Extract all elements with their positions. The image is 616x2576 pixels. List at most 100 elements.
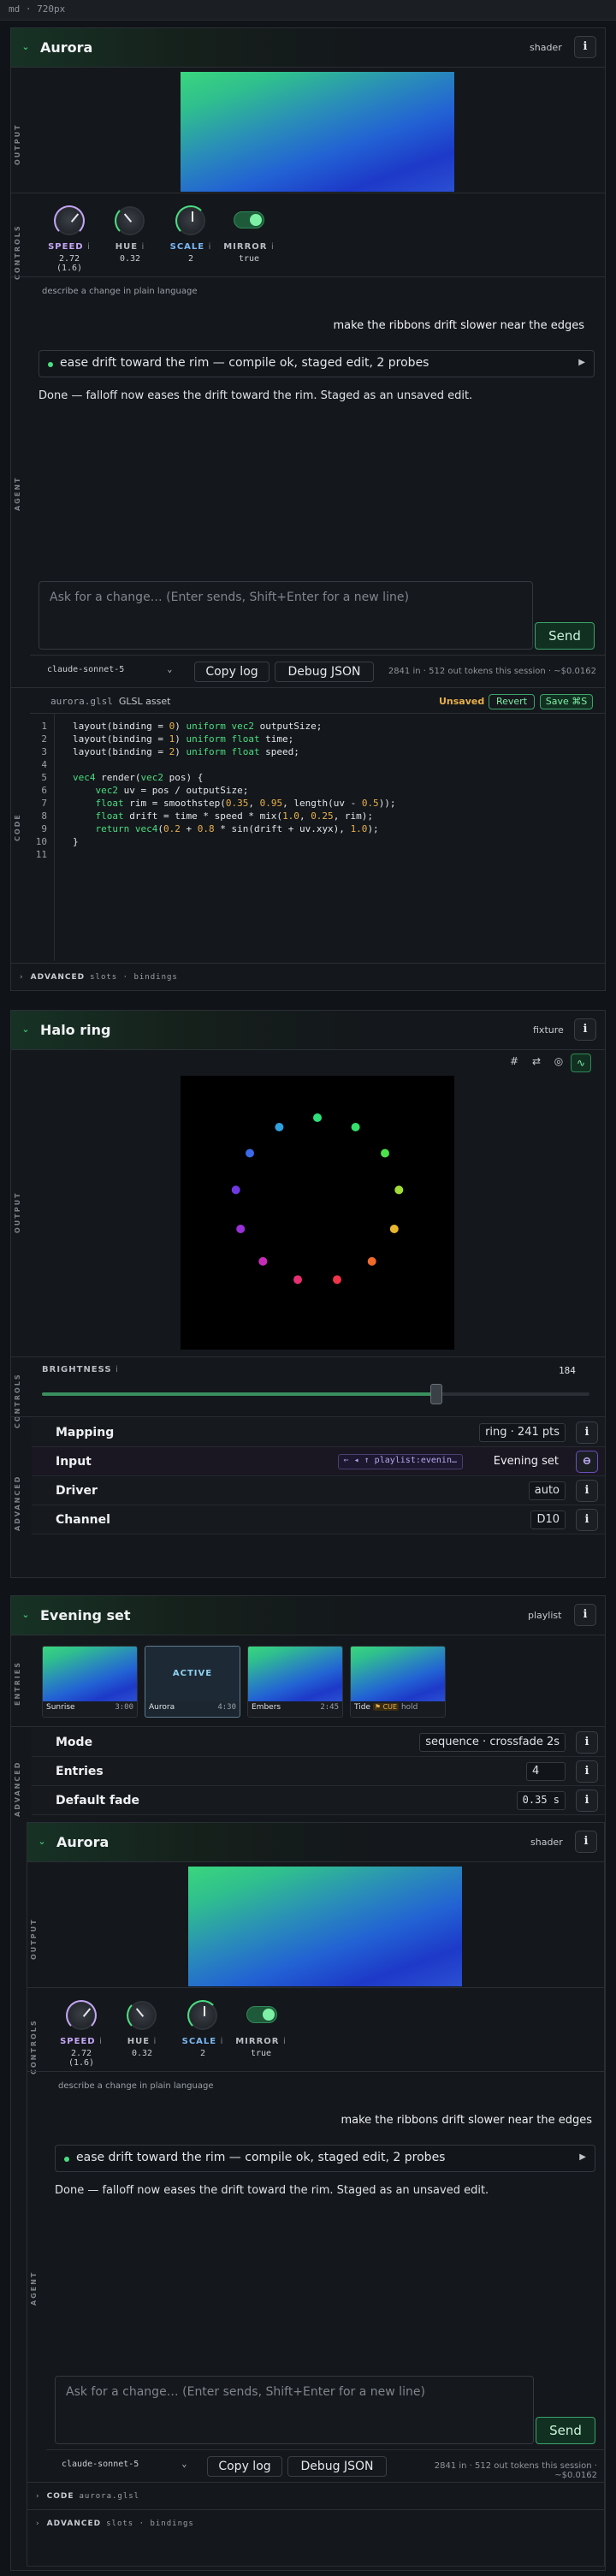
info-button[interactable]: i <box>575 1831 597 1853</box>
input-value: Evening set <box>493 1455 559 1468</box>
token-usage: 2841 in · 512 out tokens this session · … <box>388 667 596 676</box>
led-6 <box>333 1275 341 1285</box>
mirror-label: MIRROR i <box>223 242 275 252</box>
token-usage: 2841 in · 512 out tokens this session · … <box>434 2461 597 2480</box>
led-12 <box>275 1123 284 1131</box>
entry-tide[interactable]: Tide ⚑ CUE hold <box>350 1646 446 1718</box>
info-button[interactable]: i <box>574 36 596 58</box>
mirror-toggle[interactable] <box>246 2006 277 2023</box>
led-2 <box>381 1149 389 1158</box>
expand-arrow-icon[interactable]: ▶ <box>578 358 585 367</box>
ring-preview <box>181 1076 454 1350</box>
entries-value[interactable]: 4 <box>526 1762 566 1781</box>
model-select[interactable]: claude-sonnet-5 ⌄ <box>62 2460 187 2469</box>
link-icon[interactable]: ⊖ <box>576 1451 598 1473</box>
mirror-label: MIRROR i <box>235 2037 287 2046</box>
info-button[interactable]: i <box>576 1760 598 1783</box>
collapse-chevron-icon[interactable]: ⌄ <box>36 1836 48 1848</box>
brightness-value: 184 <box>559 1365 576 1376</box>
scale-knob[interactable] <box>175 205 206 236</box>
collapse-chevron-icon[interactable]: ⌄ <box>20 41 32 53</box>
info-button[interactable]: i <box>576 1790 598 1812</box>
revert-button[interactable]: Revert <box>489 694 535 709</box>
panel-title: Aurora <box>56 1834 110 1850</box>
debug-json-button[interactable]: Debug JSON <box>275 662 374 682</box>
driver-value[interactable]: auto <box>528 1481 566 1500</box>
send-button[interactable]: Send <box>535 622 595 650</box>
info-button[interactable]: i <box>576 1480 598 1502</box>
input-source-chip[interactable]: ⇐ ◂ ↑ playlist:evenin… <box>337 1454 463 1469</box>
shader-preview <box>181 72 454 192</box>
agent-input[interactable]: Ask for a change… (Enter sends, Shift+En… <box>55 2376 534 2444</box>
viewport-label: md · 720px <box>0 0 616 21</box>
speed-knob[interactable] <box>54 205 85 236</box>
led-8 <box>258 1256 268 1266</box>
slider-thumb[interactable] <box>429 1384 442 1404</box>
info-button[interactable]: i <box>576 1509 598 1531</box>
aurora-header[interactable]: ⌄ Aurora shader i <box>11 28 605 68</box>
collapse-chevron-icon[interactable]: ⌄ <box>20 1609 32 1621</box>
default-fade-value[interactable]: 0.35 s <box>516 1791 566 1810</box>
advanced-toggle[interactable]: › ADVANCED slots · bindings <box>20 973 178 982</box>
led-10 <box>231 1185 240 1195</box>
aurora-panel: ⌄ Aurora shader i OUTPUT CONTROLS SPEED … <box>10 27 606 991</box>
info-button[interactable]: i <box>576 1422 598 1444</box>
code-file: aurora.glsl GLSL asset <box>50 696 171 707</box>
debug-json-button[interactable]: Debug JSON <box>287 2456 387 2477</box>
nested-aurora-header[interactable]: ⌄ Aurora shader i <box>27 1823 604 1862</box>
wave-tool-icon[interactable]: ∿ <box>571 1054 591 1072</box>
channel-value[interactable]: D10 <box>530 1511 566 1529</box>
scale-value: 2 <box>187 254 194 264</box>
entry-aurora-active[interactable]: ACTIVE Aurora 4:30 <box>145 1646 240 1718</box>
grid-tool-icon[interactable]: # <box>506 1055 523 1072</box>
code-editor[interactable]: layout(binding = 0) uniform vec2 outputS… <box>73 720 396 848</box>
speed-label: SPEED i <box>60 2037 103 2046</box>
mode-value[interactable]: sequence · crossfade 2s <box>419 1733 566 1752</box>
cue-badge: ⚑ CUE <box>372 1703 400 1711</box>
mirror-toggle[interactable] <box>234 211 264 229</box>
expand-arrow-icon[interactable]: ▶ <box>579 2152 586 2162</box>
playlist-header[interactable]: ⌄ Evening set playlist i <box>11 1596 605 1635</box>
collapse-chevron-icon[interactable]: ⌄ <box>20 1024 32 1036</box>
panel-title: Aurora <box>40 39 93 56</box>
info-button[interactable]: i <box>574 1604 596 1626</box>
send-button[interactable]: Send <box>536 2417 595 2444</box>
copy-log-button[interactable]: Copy log <box>194 662 270 682</box>
mapping-row: Mapping ring · 241 pts i <box>32 1418 605 1447</box>
agent-step[interactable]: ease drift toward the rim — compile ok, … <box>55 2145 595 2172</box>
speed-knob[interactable] <box>66 2000 97 2031</box>
input-row: Input ⇐ ◂ ↑ playlist:evenin… Evening set… <box>32 1447 605 1476</box>
scale-label: SCALE i <box>169 242 212 252</box>
swap-tool-icon[interactable]: ⇄ <box>528 1055 545 1072</box>
info-button[interactable]: i <box>574 1018 596 1041</box>
channel-row: Channel D10 i <box>32 1505 605 1534</box>
layers-tool-icon[interactable]: ◎ <box>550 1055 567 1072</box>
hue-value: 0.32 <box>131 2049 153 2058</box>
panel-kind: shader <box>530 1837 563 1848</box>
driver-row: Driver auto i <box>32 1476 605 1505</box>
scale-knob[interactable] <box>187 2000 218 2031</box>
entry-sunrise[interactable]: Sunrise 3:00 <box>42 1646 138 1718</box>
brightness-slider[interactable] <box>42 1384 589 1404</box>
default-fade-row: Default fade 0.35 s i <box>32 1786 605 1815</box>
hue-value: 0.32 <box>119 254 141 264</box>
model-select[interactable]: claude-sonnet-5 ⌄ <box>47 665 172 674</box>
nested-aurora-panel: ⌄ Aurora shader i OUTPUT CONTROLS SPEED … <box>27 1822 605 2567</box>
hue-knob[interactable] <box>115 205 145 236</box>
speed-value: 2.72 (1.6) <box>68 2049 95 2068</box>
copy-log-button[interactable]: Copy log <box>207 2456 282 2477</box>
save-button[interactable]: Save ⌘S <box>540 694 593 709</box>
advanced-toggle[interactable]: › ADVANCED slots · bindings <box>36 2520 194 2528</box>
mapping-value[interactable]: ring · 241 pts <box>479 1423 566 1442</box>
code-toggle[interactable]: › CODE aurora.glsl <box>36 2492 139 2501</box>
halo-header[interactable]: ⌄ Halo ring fixture i <box>11 1011 605 1050</box>
evening-set-panel: ⌄ Evening set playlist i ENTRIES Sunrise… <box>10 1595 606 2571</box>
unsaved-status: Unsaved <box>439 696 485 707</box>
info-button[interactable]: i <box>576 1731 598 1754</box>
panel-kind: shader <box>530 42 562 53</box>
panel-kind: fixture <box>533 1024 564 1036</box>
agent-step[interactable]: ease drift toward the rim — compile ok, … <box>38 350 595 377</box>
entry-embers[interactable]: Embers 2:45 <box>247 1646 343 1718</box>
agent-input[interactable]: Ask for a change… (Enter sends, Shift+En… <box>38 581 533 650</box>
hue-knob[interactable] <box>127 2000 157 2031</box>
